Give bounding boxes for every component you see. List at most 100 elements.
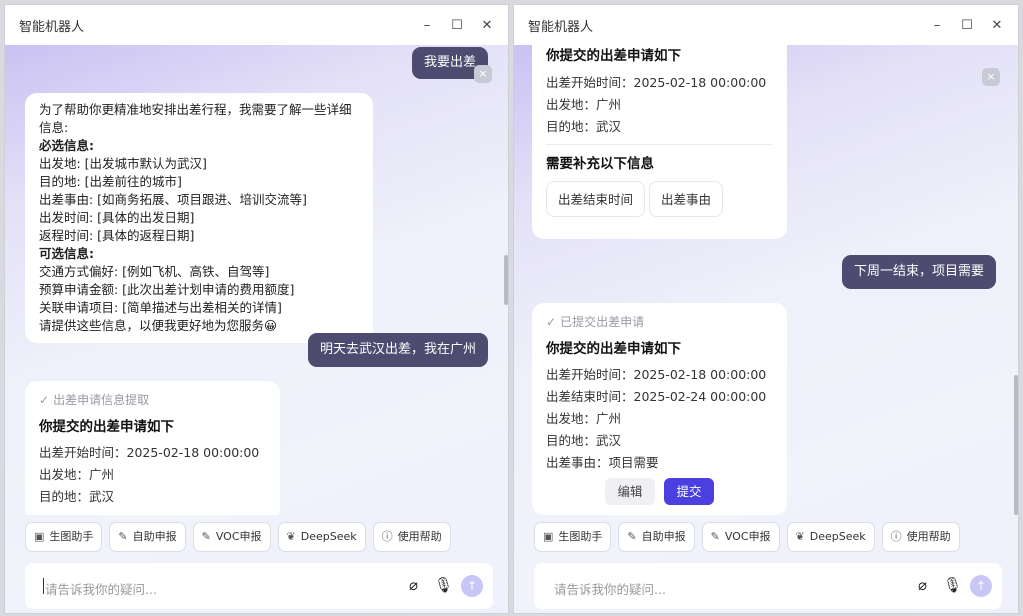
close-icon[interactable]: ×: [982, 68, 1000, 86]
required-item: 出发地: [出发城市默认为武汉]: [39, 156, 207, 171]
bot-message: ✓ 出差申请信息提取 你提交的出差申请如下 出差开始时间：2025-02-18 0…: [25, 381, 280, 515]
message-list: 我要出差 × 为了帮助你更精准地安排出差行程，我需要了解一些详细信息: 必选信息…: [5, 45, 508, 515]
status-label: ✓ 已提交出差申请: [546, 313, 773, 331]
quick-action-self-report[interactable]: ✎ 自助申报: [618, 522, 695, 552]
quick-action-help[interactable]: ⓘ 使用帮助: [372, 522, 451, 552]
detail-line: 出差开始时间：2025-02-18 00:00:00: [546, 367, 767, 382]
info-icon: ⓘ: [381, 530, 393, 543]
detail-line: 出发地：广州: [546, 97, 622, 112]
user-message: 下周一结束，项目需要: [841, 255, 996, 289]
detail-line: 出差开始时间：2025-02-18 00:00:00: [39, 445, 260, 460]
required-item: 返程时间: [具体的返程日期]: [39, 228, 195, 243]
input-placeholder: 请告诉我你的疑问...: [45, 582, 157, 597]
optional-item: 交通方式偏好: [例如飞机、高铁、自驾等]: [39, 264, 270, 279]
check-icon: ✓: [546, 315, 557, 329]
detail-line: 目的地：武汉: [546, 433, 622, 448]
info-icon: ⓘ: [890, 530, 902, 543]
close-button[interactable]: ✕: [472, 18, 502, 33]
text-caret: [43, 578, 44, 594]
quick-action-deepseek[interactable]: ❦ DeepSeek: [277, 522, 366, 552]
scrollbar[interactable]: [1014, 375, 1018, 515]
detail-line: 目的地：武汉: [39, 489, 115, 504]
window-title: 智能机器人: [19, 19, 85, 35]
status-text: 出差申请信息提取: [53, 393, 150, 407]
image-icon: ▣: [543, 530, 554, 543]
microphone-icon[interactable]: 🎙: [943, 576, 962, 594]
attachment-icon[interactable]: ⌀: [409, 576, 418, 594]
quick-action-label: 生图助手: [49, 530, 94, 543]
quick-action-label: 自助申报: [132, 530, 177, 543]
quick-action-label: 自助申报: [641, 530, 686, 543]
quick-action-self-report[interactable]: ✎ 自助申报: [109, 522, 186, 552]
submit-button[interactable]: 提交: [664, 478, 714, 505]
message-input[interactable]: 请告诉我你的疑问... ⌀ 🎙 ↑: [534, 563, 1002, 609]
card-title: 你提交的出差申请如下: [546, 48, 681, 64]
quick-action-voc[interactable]: ✎ VOC申报: [701, 522, 780, 552]
quick-actions: ▣ 生图助手 ✎ 自助申报 ✎ VOC申报 ❦ DeepSeek ⓘ 使用帮助: [534, 522, 960, 552]
whale-icon: ❦: [286, 530, 296, 543]
card-title: 你提交的出差申请如下: [39, 419, 174, 435]
edit-icon: ✎: [710, 530, 720, 543]
quick-action-label: 生图助手: [558, 530, 603, 543]
minimize-button[interactable]: –: [412, 18, 442, 33]
optional-item: 预算申请金额: [此次出差计划申请的费用额度]: [39, 282, 295, 297]
message-list: 你提交的出差申请如下 出差开始时间：2025-02-18 00:00:00 出发…: [514, 45, 1018, 515]
maximize-button[interactable]: ☐: [952, 18, 982, 33]
chip-end-time[interactable]: 出差结束时间: [546, 181, 646, 217]
quick-action-label: VOC申报: [215, 530, 262, 543]
quick-action-label: 使用帮助: [397, 530, 442, 543]
send-button[interactable]: ↑: [970, 575, 992, 597]
close-button[interactable]: ✕: [982, 18, 1012, 33]
whale-icon: ❦: [795, 530, 805, 543]
quick-action-label: DeepSeek: [300, 530, 357, 543]
window-title: 智能机器人: [528, 19, 594, 35]
status-text: 已提交出差申请: [560, 315, 645, 329]
chat-window-right: 智能机器人 – ☐ ✕ 你提交的出差申请如下 出差开始时间：2025-02-18…: [513, 4, 1019, 614]
detail-line: 出差开始时间：2025-02-18 00:00:00: [546, 75, 767, 90]
required-item: 出差事由: [如商务拓展、项目跟进、培训交流等]: [39, 192, 307, 207]
attachment-icon[interactable]: ⌀: [918, 576, 927, 594]
close-icon[interactable]: ×: [474, 65, 492, 83]
optional-header: 可选信息:: [39, 246, 94, 261]
check-icon: ✓: [39, 393, 50, 407]
quick-action-deepseek[interactable]: ❦ DeepSeek: [786, 522, 875, 552]
edit-button[interactable]: 编辑: [605, 478, 655, 505]
optional-item: 关联申请项目: [简单描述与出差相关的详情]: [39, 300, 282, 315]
detail-line: 出发地：广州: [546, 411, 622, 426]
card-title: 你提交的出差申请如下: [546, 341, 681, 357]
message-input[interactable]: 请告诉我你的疑问... ⌀ 🎙 ↑: [25, 563, 493, 609]
required-header: 必选信息:: [39, 138, 94, 153]
microphone-icon[interactable]: 🎙: [434, 576, 453, 594]
quick-action-label: VOC申报: [724, 530, 771, 543]
detail-line: 出差事由：项目需要: [546, 455, 659, 470]
image-icon: ▣: [34, 530, 45, 543]
quick-action-voc[interactable]: ✎ VOC申报: [192, 522, 271, 552]
minimize-button[interactable]: –: [922, 18, 952, 33]
scrollbar[interactable]: [504, 255, 508, 305]
edit-icon: ✎: [201, 530, 211, 543]
quick-action-label: 使用帮助: [906, 530, 951, 543]
chip-reason[interactable]: 出差事由: [649, 181, 724, 217]
edit-icon: ✎: [118, 530, 128, 543]
detail-line: 出差结束时间：2025-02-24 00:00:00: [546, 389, 767, 404]
title-bar: 智能机器人 – ☐ ✕: [5, 5, 508, 45]
quick-action-image[interactable]: ▣ 生图助手: [534, 522, 612, 552]
bot-closing: 请提供这些信息，以便我更好地为您服务😀: [39, 318, 278, 333]
bot-message: 你提交的出差申请如下 出差开始时间：2025-02-18 00:00:00 出发…: [532, 45, 787, 239]
quick-action-image[interactable]: ▣ 生图助手: [25, 522, 103, 552]
quick-actions: ▣ 生图助手 ✎ 自助申报 ✎ VOC申报 ❦ DeepSeek ⓘ 使用帮助: [25, 522, 451, 552]
required-item: 出发时间: [具体的出发日期]: [39, 210, 195, 225]
edit-icon: ✎: [627, 530, 637, 543]
input-placeholder: 请告诉我你的疑问...: [554, 582, 666, 597]
required-item: 目的地: [出差前往的城市]: [39, 174, 182, 189]
title-bar: 智能机器人 – ☐ ✕: [514, 5, 1018, 45]
quick-action-label: DeepSeek: [809, 530, 866, 543]
send-button[interactable]: ↑: [461, 575, 483, 597]
maximize-button[interactable]: ☐: [442, 18, 472, 33]
supplement-title: 需要补充以下信息: [546, 156, 654, 172]
divider: [546, 144, 773, 145]
bot-message: ✓ 已提交出差申请 你提交的出差申请如下 出差开始时间：2025-02-18 00…: [532, 303, 787, 515]
quick-action-help[interactable]: ⓘ 使用帮助: [881, 522, 960, 552]
detail-line: 目的地：武汉: [546, 119, 622, 134]
user-message: 明天去武汉出差，我在广州: [307, 333, 488, 367]
